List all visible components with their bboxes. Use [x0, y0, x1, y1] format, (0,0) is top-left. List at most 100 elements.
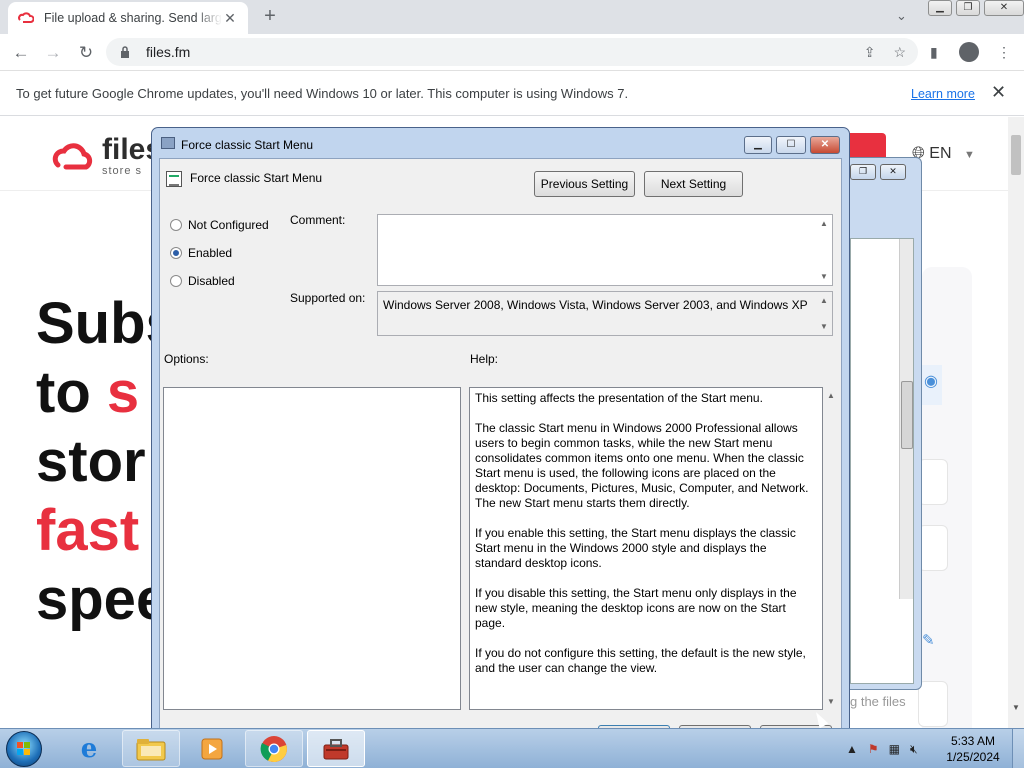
filesfm-logo[interactable]: files store s: [52, 135, 162, 177]
show-desktop-button[interactable]: [1012, 729, 1024, 768]
dialog-maximize-icon[interactable]: ☐: [776, 136, 806, 154]
chrome-icon: [260, 735, 287, 762]
help-paragraph: If you do not configure this setting, th…: [475, 646, 806, 675]
new-tab-button[interactable]: +: [260, 6, 280, 26]
folder-icon: [136, 738, 166, 760]
tab-filesfm[interactable]: File upload & sharing. Send large files …: [8, 2, 248, 34]
page-scroll-thumb[interactable]: [1011, 135, 1021, 175]
help-scroll-up-icon[interactable]: ▲: [827, 391, 835, 400]
help-scrollbar[interactable]: ▲ ▼: [824, 387, 838, 710]
taskbar-chrome[interactable]: [245, 730, 303, 767]
bg-close-icon[interactable]: ✕: [880, 164, 906, 180]
taskbar-explorer[interactable]: [122, 730, 180, 767]
network-icon[interactable]: ▦: [889, 742, 900, 757]
taskbar-clock[interactable]: 5:33 AM 1/25/2024: [938, 733, 1008, 765]
radio-not-configured-dot[interactable]: [170, 219, 182, 231]
browser-toolbar: ← → ↻ files.fm ⇪ ☆ ▮ ⋮: [0, 34, 1024, 71]
eye-icon[interactable]: ◉: [924, 371, 938, 391]
system-tray: ▲ ⚑ ▦ 🔇︎: [846, 742, 918, 757]
supported-scroll-down-icon[interactable]: ▼: [820, 322, 828, 331]
update-infobar: To get future Google Chrome updates, you…: [0, 72, 1024, 116]
minimize-icon[interactable]: ▁: [928, 0, 952, 16]
language-code: EN: [929, 145, 952, 162]
bookmark-star-icon[interactable]: ☆: [893, 44, 906, 61]
tab-search-chevron-icon[interactable]: ⌄: [896, 8, 907, 24]
help-paragraph: If you disable this setting, the Start m…: [475, 586, 797, 630]
help-scroll-down-icon[interactable]: ▼: [827, 697, 835, 706]
taskbar-group-policy-editor[interactable]: [307, 730, 365, 767]
forward-arrow-icon[interactable]: →: [41, 41, 65, 65]
options-pane: [163, 387, 461, 710]
dialog-titlebar[interactable]: Force classic Start Menu ▁ ☐ ✕: [152, 128, 849, 158]
clock-time: 5:33 AM: [950, 734, 996, 748]
dialog-minimize-icon[interactable]: ▁: [744, 136, 772, 154]
infobar-close-icon[interactable]: ✕: [991, 82, 1006, 103]
comment-scroll-up-icon[interactable]: ▲: [820, 219, 828, 228]
address-bar[interactable]: files.fm ⇪ ☆: [106, 38, 918, 66]
upload-card: ◉ ✎: [918, 267, 972, 728]
help-label: Help:: [470, 352, 499, 366]
bg-scrollbar[interactable]: [899, 239, 913, 599]
chevron-down-icon: ▼: [963, 149, 975, 161]
window-controls: ▁ ❐ ✕: [924, 0, 1024, 18]
policy-name: Force classic Start Menu: [190, 171, 323, 185]
supported-on-label: Supported on:: [290, 291, 366, 305]
previous-setting-button[interactable]: Previous Setting: [534, 171, 635, 197]
side-panel-icon[interactable]: ▮: [930, 44, 938, 61]
comment-textarea[interactable]: ▲ ▼: [377, 214, 833, 286]
policy-title-icon: [161, 137, 175, 149]
scroll-down-arrow-icon[interactable]: ▼: [1012, 703, 1020, 712]
learn-more-link[interactable]: Learn more: [911, 87, 975, 101]
dialog-close-icon[interactable]: ✕: [810, 136, 840, 154]
radio-enabled[interactable]: Enabled: [170, 246, 232, 260]
help-pane: This setting affects the presentation of…: [469, 387, 823, 710]
radio-disabled-dot[interactable]: [170, 275, 182, 287]
comment-label: Comment:: [290, 213, 346, 227]
start-button[interactable]: [6, 731, 42, 767]
windows-logo-icon: [17, 742, 31, 756]
tab-close-icon[interactable]: ✕: [222, 10, 238, 27]
page-scrollbar[interactable]: ▼: [1008, 117, 1024, 728]
radio-not-configured[interactable]: Not Configured: [170, 218, 269, 232]
volume-muted-icon[interactable]: 🔇︎: [910, 742, 918, 757]
share-icon[interactable]: ⇪: [864, 44, 876, 61]
dialog-title: Force classic Start Menu: [181, 138, 314, 152]
infobar-message: To get future Google Chrome updates, you…: [16, 86, 629, 101]
help-paragraph: This setting affects the presentation of…: [475, 391, 763, 405]
edit-pencil-icon[interactable]: ✎: [922, 631, 935, 649]
url-text: files.fm: [146, 44, 191, 60]
policy-setting-icon: [166, 171, 182, 187]
radio-enabled-dot[interactable]: [170, 247, 182, 259]
supported-on-field: Windows Server 2008, Windows Vista, Wind…: [377, 291, 833, 336]
taskbar-internet-explorer[interactable]: e: [60, 730, 118, 767]
action-center-flag-icon[interactable]: ⚑: [868, 742, 879, 757]
background-window: ❐ ✕ g the files: [845, 157, 922, 709]
reload-icon[interactable]: ↻: [74, 41, 98, 65]
show-hidden-icons-icon[interactable]: ▲: [846, 742, 858, 757]
close-window-icon[interactable]: ✕: [984, 0, 1024, 16]
dialog-body: Force classic Start Menu Previous Settin…: [159, 158, 842, 733]
menu-kebab-icon[interactable]: ⋮: [997, 44, 1011, 61]
filesfm-favicon-icon: [18, 10, 34, 26]
cloud-logo-icon: [52, 143, 93, 170]
supported-scroll-up-icon[interactable]: ▲: [820, 296, 828, 305]
tab-title: File upload & sharing. Send large files: [44, 11, 222, 25]
bg-window-pane: [850, 238, 914, 684]
comment-scroll-down-icon[interactable]: ▼: [820, 272, 828, 281]
back-arrow-icon[interactable]: ←: [9, 41, 33, 65]
clock-date: 1/25/2024: [946, 750, 1000, 764]
supported-scrollbar[interactable]: ▲ ▼: [816, 292, 832, 335]
partial-page-text: g the files: [850, 694, 906, 709]
bg-restore-icon[interactable]: ❐: [850, 164, 876, 180]
radio-disabled[interactable]: Disabled: [170, 274, 235, 288]
comment-scrollbar[interactable]: ▲ ▼: [816, 215, 832, 285]
restore-icon[interactable]: ❐: [956, 0, 980, 16]
profile-avatar-icon[interactable]: [959, 42, 979, 62]
lock-icon: [120, 46, 130, 58]
options-label: Options:: [164, 352, 209, 366]
taskbar-media-player[interactable]: [183, 730, 241, 767]
internet-explorer-icon: e: [80, 733, 98, 764]
next-setting-button[interactable]: Next Setting: [644, 171, 743, 197]
help-paragraph: If you enable this setting, the Start me…: [475, 526, 796, 570]
media-player-icon: [201, 738, 223, 759]
